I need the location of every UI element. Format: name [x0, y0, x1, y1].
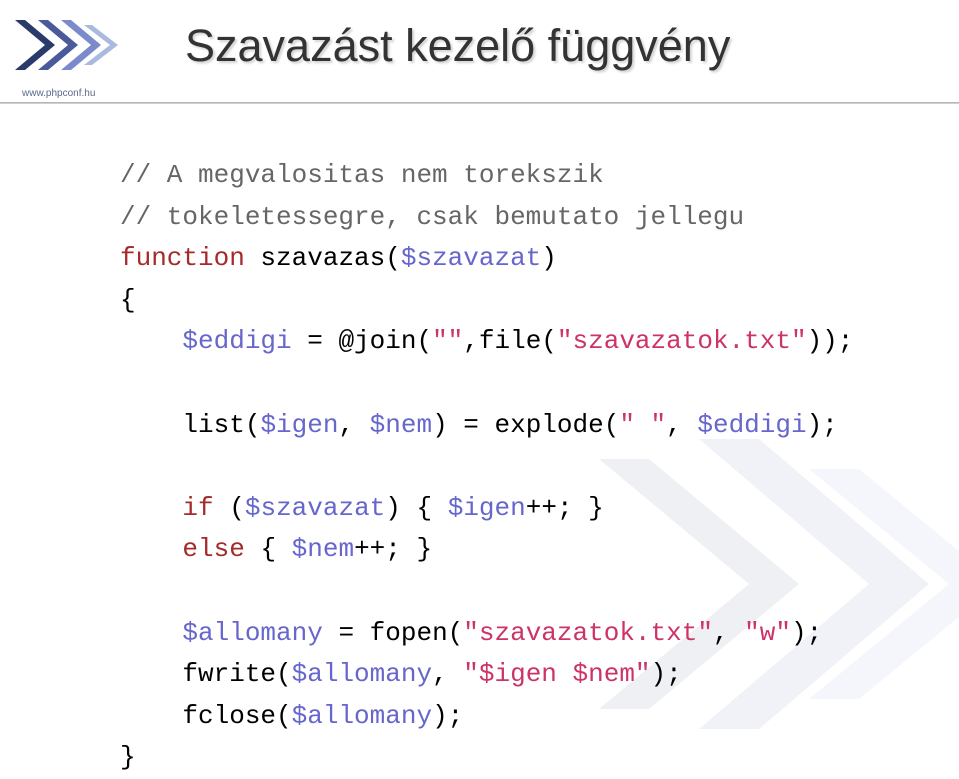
- code-brace: {: [120, 285, 136, 315]
- code-text: );: [432, 701, 463, 731]
- code-variable: $igen: [260, 410, 338, 440]
- code-text: {: [245, 534, 292, 564]
- slide-header: www.phpconf.hu Szavazást kezelő függvény: [0, 0, 959, 105]
- header-divider: [0, 102, 959, 104]
- code-keyword: function: [120, 243, 245, 273]
- code-text: ): [541, 243, 557, 273]
- code-string: " ": [619, 410, 666, 440]
- code-text: fclose(: [182, 701, 291, 731]
- slide-content: // A megvalositas nem torekszik // tokel…: [0, 105, 959, 779]
- logo-url: www.phpconf.hu: [22, 88, 95, 99]
- code-text: ));: [807, 326, 854, 356]
- code-string: "w": [744, 618, 791, 648]
- code-variable: $allomany: [292, 701, 432, 731]
- code-text: = @join(: [292, 326, 432, 356]
- code-indent: [120, 410, 182, 440]
- code-text: ) = explode(: [432, 410, 619, 440]
- code-string: "szavazatok.txt": [463, 618, 713, 648]
- code-variable: $eddigi: [182, 326, 291, 356]
- code-string: "szavazatok.txt": [557, 326, 807, 356]
- code-keyword: else: [182, 534, 244, 564]
- code-keyword: if: [182, 493, 213, 523]
- code-variable: $nem: [370, 410, 432, 440]
- code-text: ++; }: [526, 493, 604, 523]
- code-indent: [120, 534, 182, 564]
- slide-title: Szavazást kezelő függvény: [185, 20, 730, 72]
- code-text: );: [651, 659, 682, 689]
- code-text: );: [807, 410, 838, 440]
- code-text: list(: [182, 410, 260, 440]
- code-variable: $allomany: [292, 659, 432, 689]
- code-text: ,: [432, 659, 463, 689]
- code-text: );: [791, 618, 822, 648]
- code-comment: // tokeletessegre, csak bemutato jellegu: [120, 202, 744, 232]
- code-text: ,: [338, 410, 369, 440]
- code-variable: $szavazat: [401, 243, 541, 273]
- code-indent: [120, 493, 182, 523]
- code-variable: $igen: [448, 493, 526, 523]
- code-variable: $nem: [292, 534, 354, 564]
- code-text: ) {: [385, 493, 447, 523]
- code-block: // A megvalositas nem torekszik // tokel…: [120, 155, 919, 779]
- code-string: "": [432, 326, 463, 356]
- code-string: "$igen $nem": [463, 659, 650, 689]
- code-comment: // A megvalositas nem torekszik: [120, 160, 604, 190]
- code-text: (: [214, 493, 245, 523]
- code-text: ,: [713, 618, 744, 648]
- code-variable: $allomany: [182, 618, 322, 648]
- code-text: ,: [666, 410, 697, 440]
- code-indent: [120, 326, 182, 356]
- code-text: fwrite(: [182, 659, 291, 689]
- logo-container: www.phpconf.hu: [10, 10, 145, 105]
- code-variable: $szavazat: [245, 493, 385, 523]
- code-text: ,file(: [463, 326, 557, 356]
- code-indent: [120, 701, 182, 731]
- phpconf-logo: [10, 10, 130, 80]
- code-indent: [120, 618, 182, 648]
- code-brace: }: [120, 742, 136, 772]
- code-indent: [120, 659, 182, 689]
- code-text: ++; }: [354, 534, 432, 564]
- code-variable: $eddigi: [697, 410, 806, 440]
- code-text: = fopen(: [323, 618, 463, 648]
- code-func-name: szavazas(: [245, 243, 401, 273]
